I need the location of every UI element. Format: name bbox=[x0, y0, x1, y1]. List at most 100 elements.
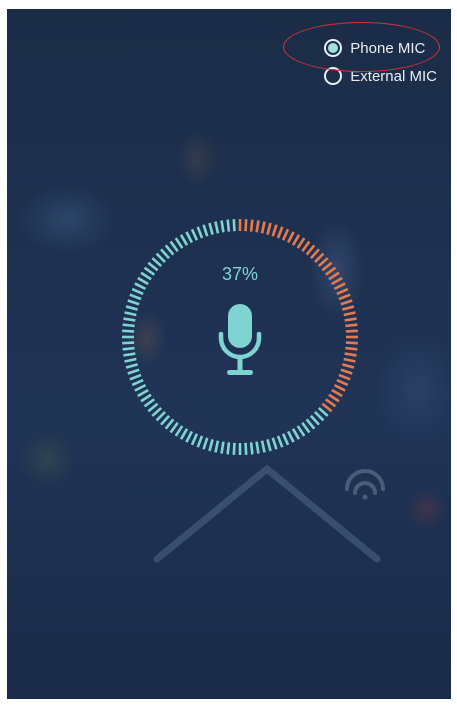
gauge-tick bbox=[137, 388, 149, 398]
gauge-tick bbox=[286, 430, 295, 443]
gauge-tick bbox=[291, 234, 301, 246]
gauge-tick bbox=[345, 329, 358, 333]
level-percent: 37% bbox=[221, 264, 259, 284]
gauge-tick bbox=[164, 418, 175, 430]
gauge-tick bbox=[296, 237, 306, 249]
audio-screen: Phone MIC External MIC 37% bbox=[7, 9, 451, 699]
gauge-tick bbox=[328, 393, 340, 403]
gauge-tick bbox=[249, 442, 254, 455]
gauge-tick bbox=[143, 398, 156, 408]
gauge-tick bbox=[190, 433, 199, 446]
gauge-tick bbox=[338, 293, 351, 301]
gauge-tick bbox=[129, 293, 142, 301]
gauge-tick bbox=[345, 323, 358, 328]
gauge-tick bbox=[255, 220, 260, 233]
gauge-tick bbox=[127, 299, 140, 306]
gauge-tick bbox=[127, 368, 140, 375]
gauge-tick bbox=[321, 402, 333, 413]
gauge-tick bbox=[317, 406, 329, 417]
gauge-tick bbox=[345, 346, 358, 351]
gauge-tick bbox=[314, 252, 325, 263]
gauge-tick bbox=[131, 287, 144, 296]
gauge-tick bbox=[125, 305, 138, 311]
gauge-tick bbox=[169, 421, 179, 434]
gauge-tick bbox=[220, 220, 225, 233]
gauge-tick bbox=[232, 442, 236, 455]
gauge-tick bbox=[155, 411, 166, 422]
gauge-tick bbox=[155, 252, 166, 263]
gauge-tick bbox=[342, 305, 355, 311]
gauge-tick bbox=[286, 231, 295, 244]
gauge-tick bbox=[336, 287, 349, 296]
gauge-tick bbox=[122, 346, 135, 351]
microphone-icon[interactable] bbox=[218, 304, 262, 379]
gauge-tick bbox=[301, 240, 311, 253]
gauge-tick bbox=[249, 219, 254, 232]
gauge-tick bbox=[344, 317, 357, 322]
gauge-tick bbox=[340, 368, 353, 375]
gauge-tick bbox=[196, 226, 204, 239]
gauge-tick bbox=[340, 299, 353, 306]
gauge-tick bbox=[291, 428, 301, 440]
gauge-tick bbox=[226, 442, 231, 455]
gauge-tick bbox=[255, 441, 260, 454]
gauge-tick bbox=[336, 378, 349, 387]
gauge-tick bbox=[125, 363, 138, 369]
gauge-tick bbox=[345, 341, 358, 345]
gauge-tick bbox=[266, 439, 272, 452]
gauge-tick bbox=[343, 357, 356, 363]
gauge-tick bbox=[343, 311, 356, 317]
gauge-tick bbox=[301, 421, 311, 434]
gauge-tick bbox=[296, 425, 306, 437]
gauge-tick bbox=[169, 240, 179, 253]
gauge-tick bbox=[309, 414, 320, 426]
gauge-tick bbox=[122, 341, 135, 345]
gauge-tick bbox=[160, 414, 171, 426]
gauge-tick bbox=[147, 402, 159, 413]
gauge-tick bbox=[220, 441, 225, 454]
gauge-tick bbox=[276, 226, 284, 239]
gauge-tick bbox=[179, 428, 189, 440]
gauge-tick bbox=[305, 418, 316, 430]
gauge-tick bbox=[160, 248, 171, 260]
gauge-tick bbox=[331, 388, 343, 398]
gauge-tick bbox=[123, 352, 136, 357]
gauge-tick bbox=[244, 442, 248, 455]
gauge-tick bbox=[271, 437, 278, 450]
gauge-tick bbox=[124, 357, 137, 363]
gauge-tick bbox=[333, 383, 346, 392]
gauge-tick bbox=[324, 398, 337, 408]
gauge-tick bbox=[124, 311, 137, 317]
phone-mic-highlight bbox=[283, 22, 440, 72]
gauge-tick bbox=[123, 317, 136, 322]
gauge-tick bbox=[244, 219, 248, 232]
gauge-tick bbox=[342, 363, 355, 369]
gauge-tick bbox=[202, 224, 209, 237]
gauge-tick bbox=[276, 435, 284, 448]
house-outline-icon bbox=[153, 464, 385, 563]
gauge-tick bbox=[226, 219, 231, 232]
gauge-tick bbox=[164, 244, 175, 256]
gauge-tick bbox=[305, 244, 316, 256]
gauge-tick bbox=[214, 221, 220, 234]
gauge-tick bbox=[185, 231, 194, 244]
gauge-tick bbox=[185, 430, 194, 443]
gauge-tick bbox=[179, 234, 189, 246]
mic-level-gauge: 37% bbox=[119, 216, 361, 458]
gauge-tick bbox=[281, 433, 290, 446]
gauge-tick bbox=[196, 435, 204, 448]
gauge-tick bbox=[174, 237, 184, 249]
gauge-tick bbox=[338, 373, 351, 381]
wifi-icon bbox=[345, 469, 385, 500]
gauge-tick bbox=[122, 329, 135, 333]
gauge-tick bbox=[344, 352, 357, 357]
gauge-tick bbox=[208, 439, 214, 452]
gauge-tick bbox=[131, 378, 144, 387]
gauge-tick bbox=[202, 437, 209, 450]
gauge-tick bbox=[309, 248, 320, 260]
gauge-tick bbox=[174, 425, 184, 437]
gauge-tick bbox=[134, 383, 147, 392]
gauge-tick bbox=[232, 219, 236, 232]
gauge-tick bbox=[260, 440, 266, 453]
gauge-tick bbox=[314, 411, 325, 422]
